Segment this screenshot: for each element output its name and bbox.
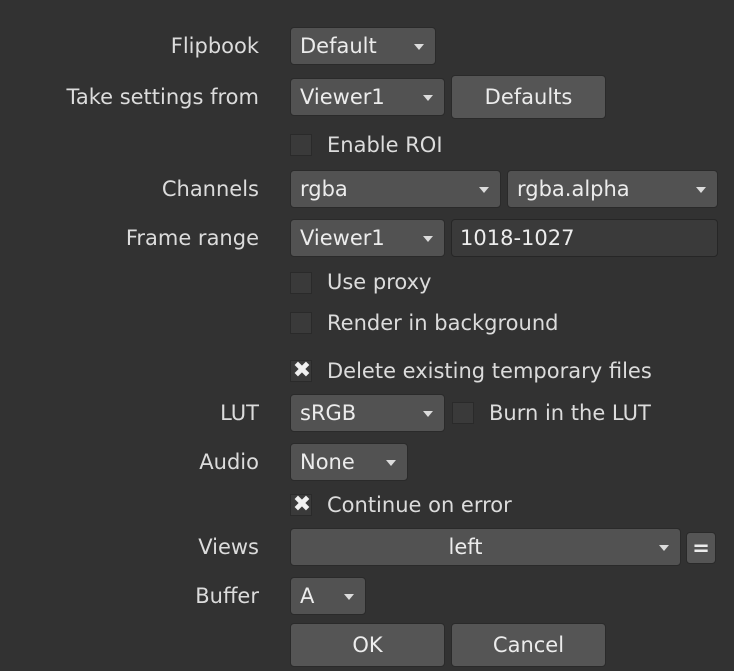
take-settings-label: Take settings from (66, 85, 259, 109)
channels-dropdown[interactable]: rgba (290, 170, 501, 208)
render-background-checkbox[interactable] (290, 312, 312, 334)
enable-roi-label: Enable ROI (327, 133, 443, 157)
audio-value: None (300, 450, 355, 474)
channels-mask-value: rgba.alpha (517, 177, 630, 201)
views-equal-button[interactable]: = (686, 532, 716, 564)
check-x-icon: ✖ (292, 492, 312, 517)
channels-label: Channels (161, 177, 259, 201)
take-settings-value: Viewer1 (300, 85, 385, 109)
views-value: left (448, 535, 483, 559)
use-proxy-checkbox[interactable] (290, 272, 312, 294)
views-label: Views (198, 535, 259, 559)
flipbook-dropdown[interactable]: Default (290, 27, 436, 65)
defaults-button[interactable]: Defaults (451, 75, 606, 119)
buffer-label: Buffer (195, 584, 259, 608)
burn-lut-label: Burn in the LUT (489, 401, 651, 425)
chevron-down-icon (386, 460, 396, 466)
chevron-down-icon (344, 594, 354, 600)
check-x-icon: ✖ (292, 358, 312, 383)
channels-mask-dropdown[interactable]: rgba.alpha (507, 170, 718, 208)
continue-error-checkbox[interactable]: ✖ (290, 492, 312, 517)
chevron-down-icon (423, 236, 433, 242)
flipbook-dialog: Flipbook Default Take settings from View… (0, 0, 734, 671)
chevron-down-icon (423, 411, 433, 417)
delete-temp-label: Delete existing temporary files (327, 359, 652, 383)
lut-value: sRGB (300, 401, 357, 425)
chevron-down-icon (414, 44, 424, 50)
delete-temp-checkbox[interactable]: ✖ (290, 358, 312, 383)
ok-button[interactable]: OK (290, 623, 445, 667)
chevron-down-icon (696, 187, 706, 193)
lut-dropdown[interactable]: sRGB (290, 394, 445, 432)
frame-range-label: Frame range (125, 226, 259, 250)
lut-label: LUT (220, 401, 259, 425)
enable-roi-checkbox[interactable] (290, 134, 312, 156)
render-background-label: Render in background (327, 311, 559, 335)
buffer-value: A (300, 584, 315, 608)
audio-label: Audio (199, 450, 259, 474)
chevron-down-icon[interactable] (423, 95, 433, 101)
frame-range-mode-dropdown[interactable]: Viewer1 (290, 219, 445, 257)
flipbook-value: Default (300, 34, 377, 58)
take-settings-dropdown[interactable]: Viewer1 (290, 78, 445, 116)
flipbook-label: Flipbook (170, 34, 259, 58)
chevron-down-icon (479, 187, 489, 193)
continue-error-label: Continue on error (327, 493, 512, 517)
use-proxy-label: Use proxy (327, 270, 432, 294)
frame-range-mode-value: Viewer1 (300, 226, 385, 250)
buffer-dropdown[interactable]: A (290, 577, 366, 615)
burn-lut-checkbox[interactable] (452, 402, 474, 424)
frame-range-input[interactable]: 1018-1027 (451, 219, 718, 257)
channels-value: rgba (300, 177, 348, 201)
chevron-down-icon (659, 545, 669, 551)
audio-dropdown[interactable]: None (290, 443, 408, 481)
cancel-button[interactable]: Cancel (451, 623, 606, 667)
views-dropdown[interactable]: left (290, 528, 681, 566)
